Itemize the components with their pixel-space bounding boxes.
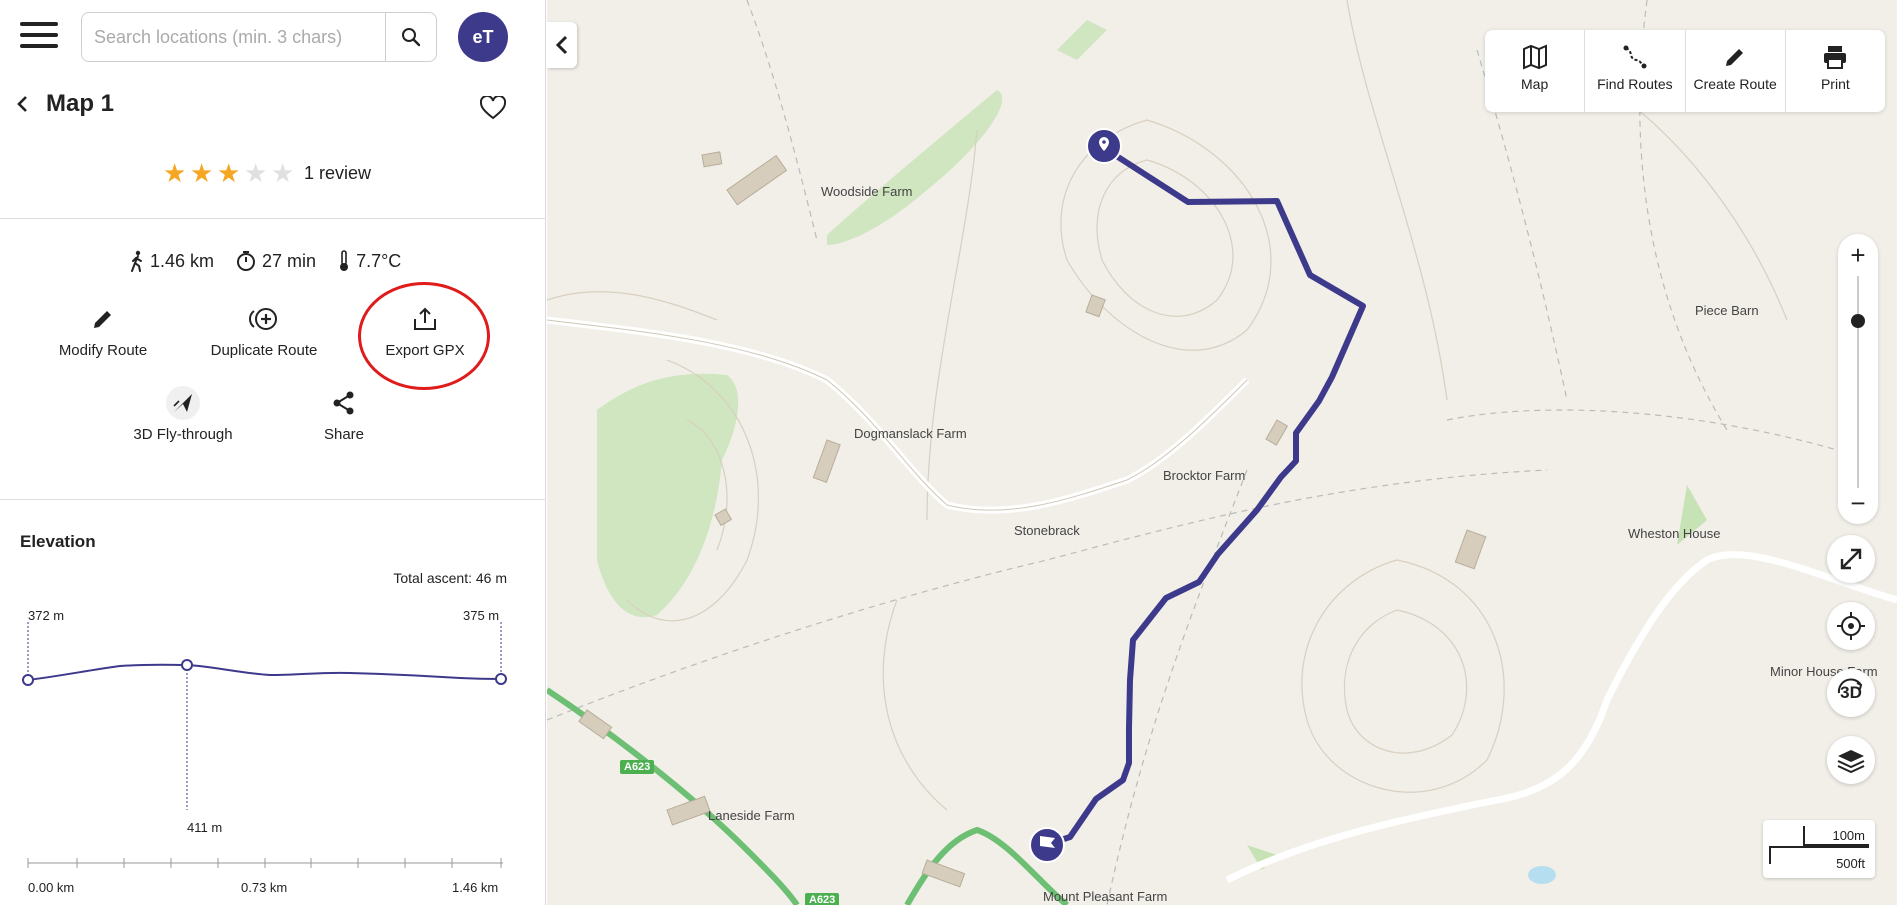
zoom-out-button[interactable]: −: [1838, 488, 1878, 519]
collapse-sidebar-button[interactable]: [547, 22, 577, 68]
search-button[interactable]: [385, 13, 436, 61]
avatar[interactable]: eT: [458, 12, 508, 62]
print-button[interactable]: Print: [1786, 30, 1885, 112]
star-icon: ★: [244, 158, 268, 188]
distance-value: 1.46 km: [150, 250, 215, 271]
fly-through-button[interactable]: 3D Fly-through: [103, 386, 263, 443]
elevation-end-point[interactable]: [495, 673, 507, 685]
duration-stat: 27 min: [236, 250, 316, 272]
search-input[interactable]: [82, 16, 385, 58]
share-icon: [333, 391, 354, 415]
layers-icon: [1837, 750, 1865, 773]
fly-through-label: 3D Fly-through: [133, 426, 233, 443]
x-tick-label: 0.00 km: [28, 880, 75, 895]
map-label: Brocktor Farm: [1163, 468, 1246, 483]
map-icon: [1522, 44, 1547, 70]
elevation-profile-line: [27, 663, 502, 681]
map-tiles: [547, 0, 1897, 905]
favorite-heart-icon[interactable]: [479, 94, 507, 125]
share-button[interactable]: Share: [264, 386, 424, 443]
highlight-circle: [358, 282, 490, 390]
finish-flag-icon[interactable]: [1029, 827, 1065, 863]
zoom-slider-track[interactable]: [1857, 276, 1859, 488]
thermometer-icon: [340, 250, 349, 271]
map-canvas[interactable]: Woodside Farm Dogmanslack Farm Brocktor …: [547, 0, 1897, 905]
find-routes-button[interactable]: Find Routes: [1585, 30, 1686, 112]
map-label: Laneside Farm: [708, 808, 795, 823]
star-icon: ★: [217, 158, 241, 188]
elevation-mid-point[interactable]: [181, 659, 193, 671]
map-label: Wheston House: [1628, 526, 1721, 541]
modify-route-label: Modify Route: [58, 342, 148, 359]
walking-icon: [131, 250, 142, 272]
scale-imperial: 500ft: [1836, 856, 1865, 871]
pencil-icon: [94, 311, 111, 328]
create-route-button[interactable]: Create Route: [1686, 30, 1786, 112]
road-label: A623: [805, 893, 840, 905]
temperature-stat: 7.7°C: [338, 250, 401, 272]
route-icon: [1623, 45, 1647, 69]
x-tick-label: 1.46 km: [452, 880, 499, 895]
scale-metric: 100m: [1832, 828, 1865, 843]
flythrough-icon: [173, 394, 192, 412]
create-route-label: Create Route: [1693, 76, 1777, 92]
3d-label: 3D: [1840, 683, 1862, 702]
route-stats: 1.46 km 27 min 7.7°C: [130, 250, 423, 272]
temperature-value: 7.7°C: [356, 250, 402, 271]
search-box: [81, 12, 437, 62]
zoom-slider-handle[interactable]: [1851, 314, 1865, 328]
map-button[interactable]: Map: [1485, 30, 1586, 112]
start-pin-icon[interactable]: [1086, 128, 1122, 164]
elevation-chart[interactable]: [0, 600, 546, 890]
pencil-icon: [1726, 49, 1744, 66]
modify-route-button[interactable]: Modify Route: [23, 302, 183, 359]
map-label: Stonebrack: [1014, 523, 1080, 538]
share-label: Share: [323, 426, 365, 443]
zoom-control: + −: [1838, 234, 1878, 524]
star-rating[interactable]: ★ ★ ★ ★ ★ 1 review: [163, 160, 371, 186]
print-label: Print: [1820, 76, 1850, 92]
map-label: Mount Pleasant Farm: [1043, 889, 1168, 904]
distance-stat: 1.46 km: [130, 250, 214, 272]
divider: [0, 499, 546, 500]
map-button-label: Map: [1521, 76, 1549, 92]
map-toolbar: Map Find Routes Create Route Print: [1485, 30, 1885, 112]
duplicate-route-button[interactable]: Duplicate Route: [184, 302, 344, 359]
printer-icon: [1824, 46, 1847, 69]
layers-button[interactable]: [1827, 736, 1875, 784]
duplicate-route-label: Duplicate Route: [210, 342, 318, 359]
expand-icon: [1840, 548, 1862, 570]
total-ascent: Total ascent: 46 m: [393, 570, 507, 586]
x-tick-label: 0.73 km: [241, 880, 288, 895]
elevation-start-point[interactable]: [22, 674, 34, 686]
back-icon[interactable]: [16, 94, 30, 119]
duplicate-icon: [249, 308, 277, 330]
stopwatch-icon: [237, 251, 256, 271]
menu-icon[interactable]: [20, 22, 58, 50]
review-count[interactable]: 1 review: [304, 163, 371, 184]
divider: [0, 218, 546, 219]
map-label: Woodside Farm: [821, 184, 913, 199]
star-icon: ★: [163, 158, 187, 188]
zoom-in-button[interactable]: +: [1838, 240, 1878, 271]
elevation-title: Elevation: [20, 532, 96, 551]
road-label: A623: [620, 760, 655, 774]
star-icon: ★: [190, 158, 214, 188]
page-title: Map 1: [46, 90, 115, 117]
duration-value: 27 min: [262, 250, 317, 271]
3d-view-button[interactable]: 3D: [1827, 669, 1875, 717]
map-label: Piece Barn: [1695, 303, 1759, 318]
map-label: Dogmanslack Farm: [854, 426, 967, 441]
chevron-left-icon: [555, 35, 568, 55]
search-icon: [402, 28, 421, 47]
crosshair-icon: [1837, 612, 1865, 640]
fullscreen-button[interactable]: [1827, 535, 1875, 583]
sidebar: eT Map 1 ★ ★ ★ ★ ★ 1 review 1.46 km 27 m…: [0, 0, 546, 905]
locate-me-button[interactable]: [1827, 602, 1875, 650]
find-routes-label: Find Routes: [1597, 76, 1673, 92]
scale-bar: 100m 500ft: [1763, 820, 1875, 878]
star-icon: ★: [271, 158, 295, 188]
